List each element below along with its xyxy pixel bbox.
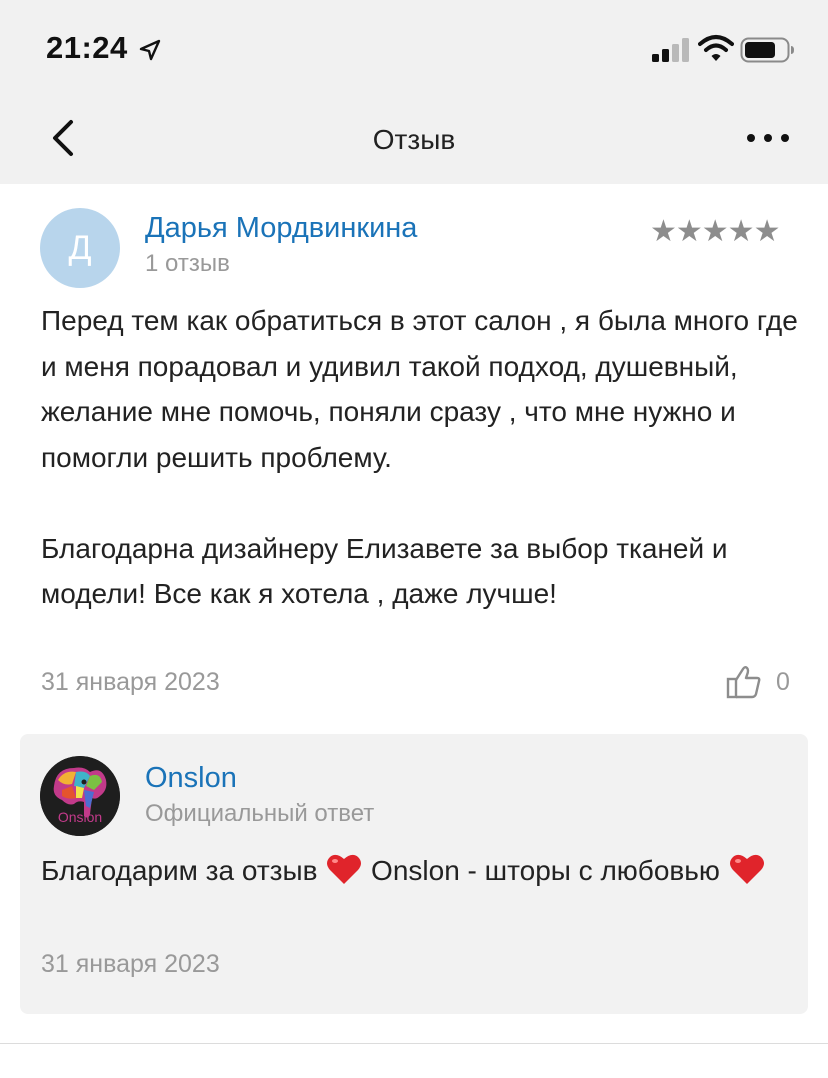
heart-emoji-icon: [729, 854, 764, 884]
heart-emoji-icon: [327, 854, 362, 884]
reply-text: Благодарим за отзыв Onslon - шторы с люб…: [41, 848, 781, 894]
more-options-button[interactable]: [742, 118, 794, 158]
review-paragraph: Благодарна дизайнеру Елизавете за выбор …: [41, 532, 728, 610]
more-dots-icon: [747, 134, 789, 142]
divider: [0, 1043, 828, 1044]
official-reply-card: Onslon Onslon Официальный ответ Благодар…: [20, 734, 808, 1014]
review-date: 31 января 2023: [41, 668, 220, 696]
author-avatar[interactable]: Д: [40, 208, 120, 288]
brand-logo-text: Onslon: [58, 809, 102, 825]
reply-text-part: Onslon - шторы с любовью: [363, 855, 728, 886]
elephant-logo-icon: Onslon: [40, 756, 120, 836]
brand-name-link[interactable]: Onslon: [145, 762, 237, 795]
official-reply-label: Официальный ответ: [145, 800, 375, 827]
status-time: 21:24: [46, 30, 128, 65]
wifi-icon: [698, 35, 734, 61]
rating-stars: ★★★★★: [650, 215, 780, 248]
page-title: Отзыв: [372, 124, 456, 155]
like-button[interactable]: 0: [726, 662, 796, 702]
status-bar: 21:24: [0, 0, 828, 96]
reply-date: 31 января 2023: [41, 950, 220, 978]
like-count: 0: [776, 667, 790, 696]
review-paragraph: Перед тем как обратиться в этот салон , …: [41, 305, 798, 473]
reply-text-part: Благодарим за отзыв: [41, 855, 326, 886]
brand-logo[interactable]: Onslon: [40, 756, 120, 836]
location-arrow-icon: [139, 39, 161, 61]
navigation-bar: Отзыв: [0, 96, 828, 184]
review-text: Перед тем как обратиться в этот салон , …: [41, 298, 801, 617]
author-review-count: 1 отзыв: [145, 250, 230, 277]
cellular-signal-icon: [652, 38, 689, 62]
battery-icon: [740, 37, 794, 63]
thumbs-up-icon: [726, 666, 761, 699]
author-name-link[interactable]: Дарья Мордвинкина: [145, 212, 417, 245]
